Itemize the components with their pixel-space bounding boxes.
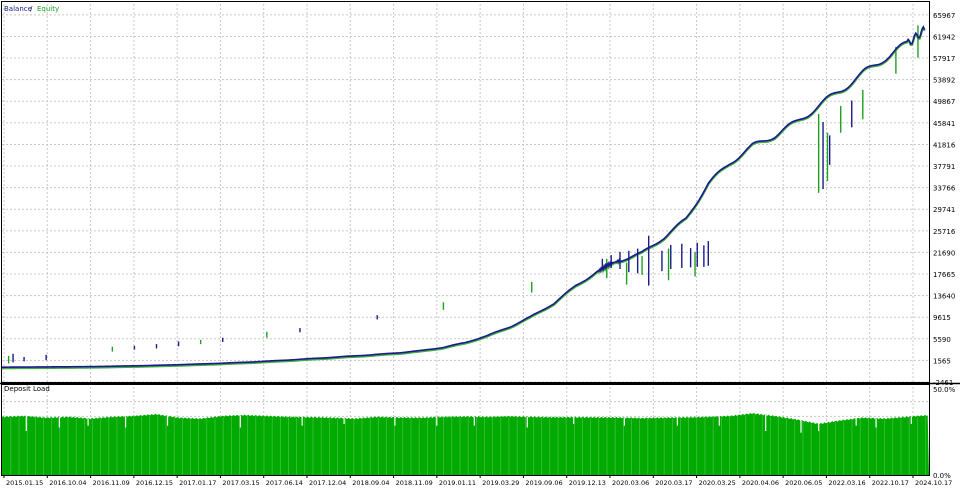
y-tick-label: 49867	[933, 98, 955, 106]
legend-balance-label: Balance	[4, 5, 32, 13]
x-tick-label: 2017.03.15	[222, 479, 259, 487]
x-tick-label: 2020.03.25	[699, 479, 736, 487]
load-y-tick-label: 50.0%	[933, 386, 956, 394]
y-tick-label: 33766	[933, 185, 956, 193]
deposit-load-area	[2, 412, 929, 475]
deposit-load-title: Deposit Load	[4, 385, 50, 393]
y-tick-label: 41816	[933, 141, 956, 149]
x-tick-label: 2019.12.13	[569, 479, 606, 487]
y-tick-label: 57917	[933, 55, 955, 63]
y-tick-label: 1565	[933, 357, 951, 365]
x-tick-label: 2017.06.14	[266, 479, 303, 487]
strategy-tester-graph: -2461 1565 5590 9615 13640 17665 21690 25716 297…	[0, 0, 960, 489]
x-tick-label: 2020.03.17	[655, 479, 692, 487]
x-tick-label: 2020.06.05	[785, 479, 822, 487]
y-tick-label: 21690	[933, 249, 955, 257]
y-tick-label: 29741	[933, 206, 955, 214]
y-tick-label: 25716	[933, 228, 956, 236]
deposit-load-bars	[2, 412, 929, 475]
chart-svg: -246115655590961513640176652169025716297…	[0, 0, 960, 489]
y-tick-label: 65967	[933, 12, 955, 20]
chart-legend: Balance / Equity	[4, 5, 59, 13]
y-tick-label: 5590	[933, 336, 951, 344]
x-tick-label: 2018.11.09	[396, 479, 433, 487]
y-tick-label: 37791	[933, 163, 955, 171]
y-tick-label: 13640	[933, 293, 955, 301]
x-tick-label: 2020.03.06	[612, 479, 649, 487]
x-tick-label: 2019.09.06	[525, 479, 562, 487]
x-tick-label: 2024.10.17	[915, 479, 952, 487]
x-tick-label: 2015.01.15	[6, 479, 43, 487]
legend-equity-label: Equity	[37, 5, 59, 13]
x-tick-label: 2017.12.04	[309, 479, 346, 487]
y-tick-label: 45841	[933, 120, 955, 128]
y-tick-label: 17665	[933, 271, 955, 279]
y-tick-label: 53892	[933, 77, 955, 85]
x-tick-label: 2018.09.04	[352, 479, 389, 487]
x-tick-label: 2019.03.29	[482, 479, 519, 487]
x-tick-label: 2016.11.09	[93, 479, 130, 487]
x-tick-label: 2017.01.17	[179, 479, 216, 487]
x-tick-label: 2022.10.17	[872, 479, 909, 487]
x-tick-label: 2020.04.06	[742, 479, 779, 487]
y-tick-label: 61942	[933, 33, 955, 41]
y-tick-label: 9615	[933, 314, 951, 322]
x-tick-label: 2016.10.04	[49, 479, 86, 487]
x-tick-label: 2016.12.15	[136, 479, 173, 487]
x-tick-label: 2022.03.16	[828, 479, 865, 487]
x-tick-label: 2019.01.11	[439, 479, 476, 487]
